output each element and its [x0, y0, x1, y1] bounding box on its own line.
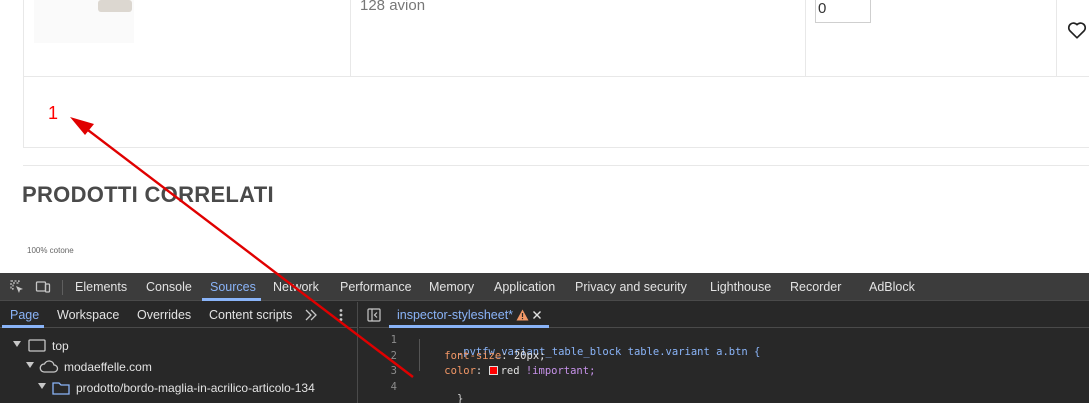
related-products-title: PRODOTTI CORRELATI — [22, 182, 274, 207]
devtools-toolbar: Elements Console Sources Network Perform… — [0, 273, 1089, 301]
tab-elements[interactable]: Elements — [75, 280, 127, 294]
tree-item-domain[interactable]: modaeffelle.com — [0, 358, 358, 376]
column-divider — [805, 0, 806, 77]
active-tab-indicator — [202, 298, 261, 301]
css-closing-brace: } — [456, 393, 464, 403]
tab-privacy-and-security[interactable]: Privacy and security — [575, 280, 687, 294]
section-divider — [23, 165, 1089, 166]
heart-icon[interactable] — [1066, 19, 1088, 41]
inspect-element-icon[interactable] — [9, 279, 25, 295]
warning-icon — [516, 309, 529, 321]
folder-icon — [52, 382, 70, 395]
more-options-icon[interactable] — [336, 308, 346, 322]
sources-navigator: Page Workspace Overrides Content scripts… — [0, 302, 358, 403]
active-tab-indicator — [2, 325, 44, 328]
toggle-navigator-icon[interactable] — [367, 308, 381, 322]
close-icon[interactable] — [532, 310, 542, 320]
tree-item-folder[interactable]: prodotto/bordo-maglia-in-acrilico-artico… — [0, 379, 358, 397]
active-tab-indicator — [389, 325, 549, 328]
tab-memory[interactable]: Memory — [429, 280, 474, 294]
expand-arrow-icon — [38, 383, 46, 389]
line-number: 1 — [390, 334, 397, 346]
table-row — [24, 0, 1089, 77]
css-property: font-size — [444, 350, 502, 362]
product-thumbnail[interactable] — [34, 0, 134, 43]
tab-workspace[interactable]: Workspace — [57, 308, 119, 322]
code-line-2[interactable]: font-size: 20px; — [419, 350, 545, 362]
line-number: 2 — [390, 350, 397, 362]
css-property: color — [444, 365, 476, 377]
css-important-flag: !important; — [525, 365, 596, 377]
variant-name: 128 avion — [360, 0, 426, 14]
tab-sources[interactable]: Sources — [210, 280, 256, 294]
tree-item-label: top — [52, 339, 69, 353]
tree-item-label: modaeffelle.com — [64, 360, 152, 374]
tab-performance[interactable]: Performance — [340, 280, 412, 294]
tab-console[interactable]: Console — [146, 280, 192, 294]
tab-content-scripts[interactable]: Content scripts — [209, 308, 292, 322]
expand-arrow-icon — [26, 362, 34, 368]
editor-tab-inspector-stylesheet[interactable]: inspector-stylesheet* — [397, 308, 513, 322]
toolbar-separator — [62, 280, 63, 295]
column-divider — [1056, 0, 1057, 77]
tree-item-top[interactable]: top — [0, 337, 358, 355]
editor-tabs: inspector-stylesheet* — [359, 302, 1089, 328]
more-tabs-chevron-icon[interactable] — [304, 309, 318, 321]
code-line-3[interactable]: color: red !important; — [419, 365, 595, 377]
tree-item-label: prodotto/bordo-maglia-in-acrilico-artico… — [76, 381, 315, 395]
web-page: 128 avion 0 1 PRODOTTI CORRELATI 100% co… — [0, 0, 1089, 273]
navigator-tabs: Page Workspace Overrides Content scripts — [0, 302, 357, 328]
tab-application[interactable]: Application — [494, 280, 555, 294]
related-product-caption: 100% cotone — [27, 246, 74, 255]
tab-adblock[interactable]: AdBlock — [869, 280, 915, 294]
expand-arrow-icon — [13, 341, 21, 347]
line-number: 4 — [390, 381, 397, 393]
line-number: 3 — [390, 365, 397, 377]
pagination-link[interactable]: 1 — [48, 103, 58, 124]
column-divider — [350, 0, 351, 77]
devtools-panel: Elements Console Sources Network Perform… — [0, 273, 1089, 403]
variant-table — [23, 0, 1089, 148]
tab-lighthouse[interactable]: Lighthouse — [710, 280, 771, 294]
frame-icon — [28, 339, 46, 352]
cloud-icon — [39, 360, 59, 373]
tab-page[interactable]: Page — [10, 308, 39, 322]
product-image-fragment — [98, 0, 132, 12]
tab-network[interactable]: Network — [273, 280, 319, 294]
color-swatch[interactable] — [488, 366, 498, 375]
css-value: 20px; — [513, 350, 546, 362]
quantity-input[interactable]: 0 — [815, 0, 871, 23]
code-line-4[interactable]: } — [419, 381, 463, 403]
device-toolbar-icon[interactable] — [35, 279, 51, 295]
tab-recorder[interactable]: Recorder — [790, 280, 841, 294]
css-value: red — [500, 365, 520, 377]
tab-overrides[interactable]: Overrides — [137, 308, 191, 322]
sources-editor: inspector-stylesheet* 1 2 3 4 .pvtfw_var… — [359, 302, 1089, 403]
